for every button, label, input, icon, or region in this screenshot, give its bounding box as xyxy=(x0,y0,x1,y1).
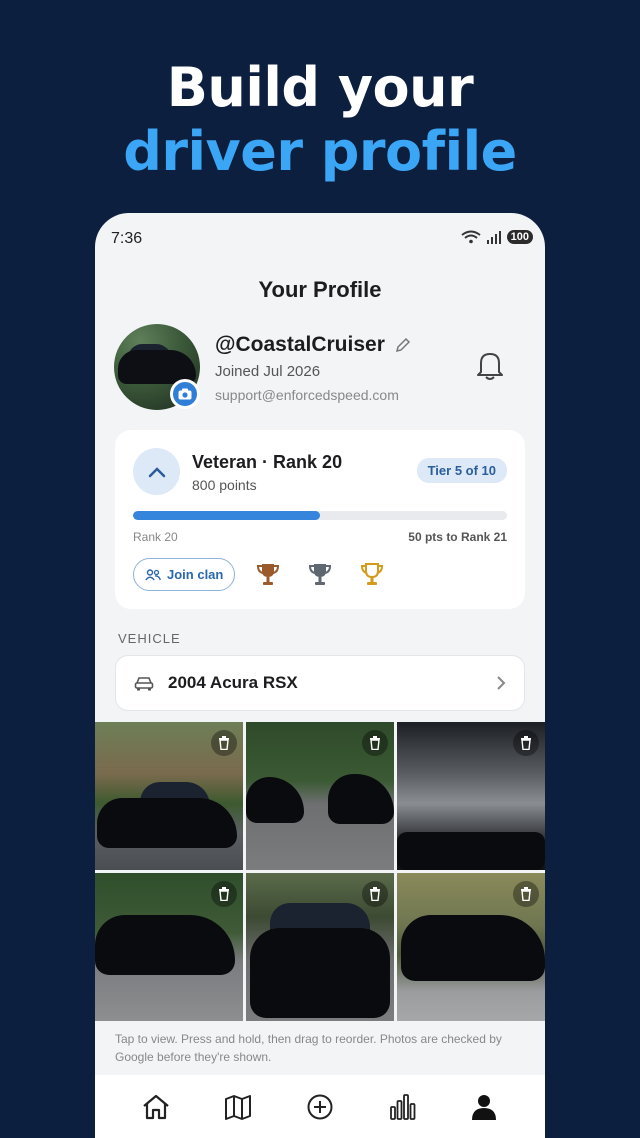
profile-email: support@enforcedspeed.com xyxy=(215,387,399,403)
trash-icon xyxy=(521,887,531,901)
vehicle-photo[interactable] xyxy=(246,873,394,1021)
vehicle-name: 2004 Acura RSX xyxy=(168,673,298,692)
vehicle-row[interactable]: 2004 Acura RSX xyxy=(115,655,525,711)
trash-icon xyxy=(521,736,531,750)
rank-up-badge xyxy=(133,448,180,495)
vehicle-photo[interactable] xyxy=(95,873,243,1021)
trash-icon xyxy=(370,887,380,901)
rank-points: 800 points xyxy=(192,477,257,493)
tier-badge: Tier 5 of 10 xyxy=(416,458,507,483)
trash-icon xyxy=(219,887,229,901)
status-icons: 100 xyxy=(461,230,533,244)
signal-icon xyxy=(486,231,501,244)
vehicle-photo-grid xyxy=(95,722,545,1021)
person-icon xyxy=(472,1094,496,1120)
vehicle-photo[interactable] xyxy=(397,873,545,1021)
battery-indicator: 100 xyxy=(506,230,533,244)
delete-photo-button[interactable] xyxy=(362,730,388,756)
edit-pencil-icon[interactable] xyxy=(395,337,411,353)
add-circle-icon xyxy=(307,1094,333,1119)
gold-trophy-icon xyxy=(360,563,384,585)
page-title: Your Profile xyxy=(258,277,382,302)
rank-title: Veteran · Rank 20 xyxy=(192,452,343,472)
next-rank-label: 50 pts to Rank 21 xyxy=(408,530,507,544)
phone-screen: 7:36 100 Your Profile @CoastalCruiser Jo… xyxy=(95,213,545,1138)
notifications-button[interactable] xyxy=(476,349,504,386)
rank-progress-fill xyxy=(133,511,320,520)
delete-photo-button[interactable] xyxy=(211,881,237,907)
delete-photo-button[interactable] xyxy=(513,881,539,907)
headline: Build your driver profile xyxy=(0,56,640,184)
chevron-right-icon xyxy=(497,676,506,690)
group-icon xyxy=(145,568,161,580)
joined-date: Joined Jul 2026 xyxy=(215,363,321,380)
vehicle-photo[interactable] xyxy=(397,722,545,870)
trash-icon xyxy=(370,736,380,750)
vehicle-photo[interactable] xyxy=(246,722,394,870)
vehicle-section-label: VEHICLE xyxy=(118,631,181,646)
chevron-up-icon xyxy=(148,466,165,477)
tab-add[interactable] xyxy=(296,1083,344,1131)
delete-photo-button[interactable] xyxy=(362,881,388,907)
home-icon xyxy=(143,1094,169,1119)
profile-handle: @CoastalCruiser xyxy=(215,333,411,357)
rank-progress-bar xyxy=(133,511,507,520)
tab-stats[interactable] xyxy=(378,1083,426,1131)
tab-home[interactable] xyxy=(132,1083,180,1131)
headline-line-1: Build your xyxy=(166,56,474,119)
car-icon xyxy=(134,677,154,691)
bar-chart-icon xyxy=(390,1093,416,1120)
map-icon xyxy=(225,1094,251,1120)
trophy-row xyxy=(255,561,385,587)
delete-photo-button[interactable] xyxy=(513,730,539,756)
status-bar: 7:36 100 xyxy=(95,213,545,265)
silver-trophy-icon xyxy=(308,564,332,585)
bottom-tab-bar xyxy=(95,1075,545,1138)
wifi-icon xyxy=(461,230,481,244)
handle-text: @CoastalCruiser xyxy=(215,333,385,356)
photos-hint: Tap to view. Press and hold, then drag t… xyxy=(115,1032,502,1064)
camera-icon xyxy=(178,388,192,400)
delete-photo-button[interactable] xyxy=(211,730,237,756)
rank-card: Veteran · Rank 20 800 points Tier 5 of 1… xyxy=(115,430,525,609)
join-clan-button[interactable]: Join clan xyxy=(133,558,236,591)
tab-profile[interactable] xyxy=(460,1083,508,1131)
status-time: 7:36 xyxy=(111,230,143,247)
headline-line-2: driver profile xyxy=(123,120,517,183)
change-photo-button[interactable] xyxy=(170,379,200,409)
trash-icon xyxy=(219,736,229,750)
bronze-trophy-icon xyxy=(256,564,280,585)
current-rank-label: Rank 20 xyxy=(133,530,178,544)
join-clan-label: Join clan xyxy=(167,567,224,582)
tab-map[interactable] xyxy=(214,1083,262,1131)
bell-icon xyxy=(477,353,503,380)
vehicle-photo[interactable] xyxy=(95,722,243,870)
